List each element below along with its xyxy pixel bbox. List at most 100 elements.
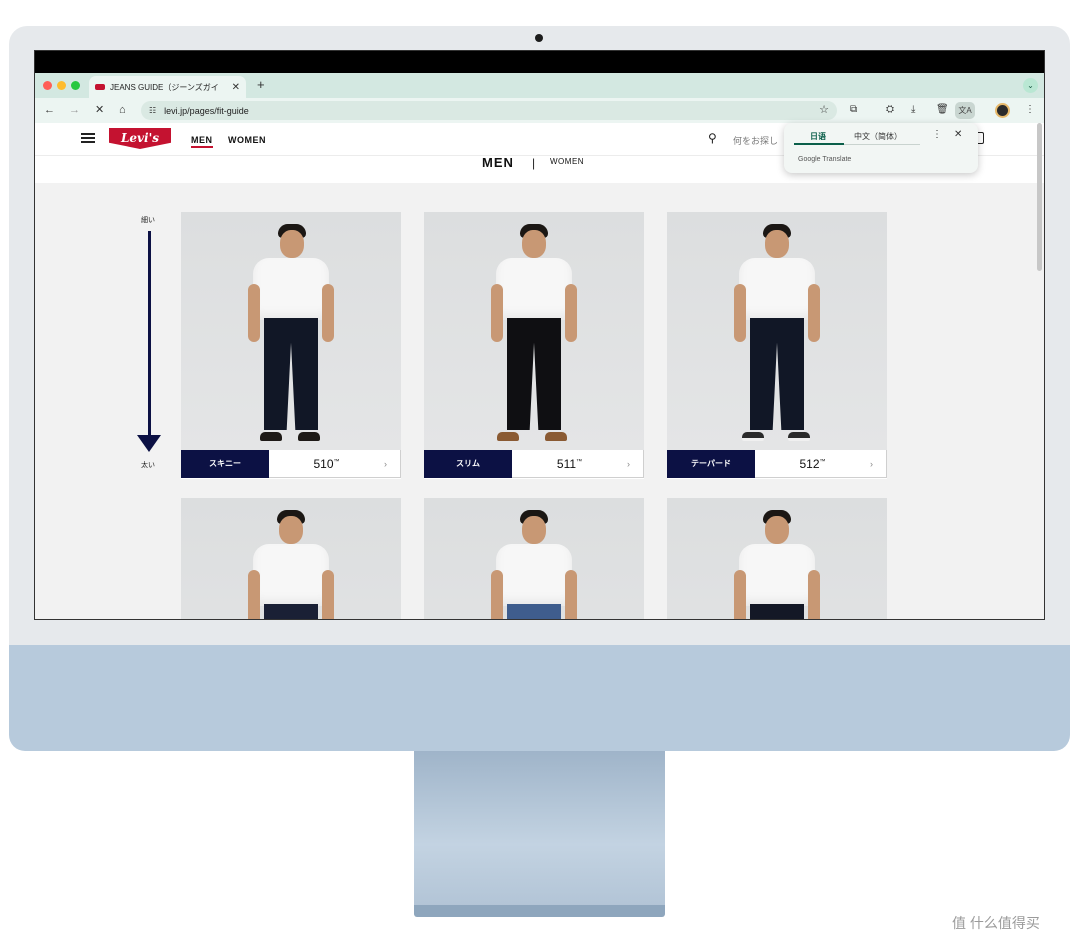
model-left-arm: [248, 570, 260, 619]
fit-name: テーパード: [667, 449, 755, 478]
nav-men[interactable]: MEN: [191, 135, 213, 148]
browser-toolbar: ← → ✕ ⌂ ☷ levi.jp/pages/fit-guide ☆ ⧉ ⛭ …: [35, 98, 1044, 123]
product-card-row2-1[interactable]: [181, 498, 401, 619]
model-figure: [246, 510, 336, 619]
subnav-women[interactable]: WOMEN: [550, 157, 584, 166]
profile-avatar[interactable]: [995, 103, 1010, 118]
model-left-shoe: [260, 432, 282, 441]
camera: [535, 34, 543, 42]
bookmark-star-icon[interactable]: ☆: [819, 103, 829, 116]
translate-icon[interactable]: 文A: [955, 102, 975, 119]
product-card-row2-2[interactable]: [424, 498, 644, 619]
model-jeans: [750, 318, 804, 430]
page-scrollbar[interactable]: [1037, 123, 1042, 619]
fit-name: スリム: [424, 449, 512, 478]
address-bar[interactable]: ☷ levi.jp/pages/fit-guide ☆: [141, 101, 837, 120]
browser-menu-icon[interactable]: ⋮: [1025, 103, 1035, 117]
card-label[interactable]: スキニー 510™ ›: [181, 449, 401, 478]
incognito-icon[interactable]: ⛭: [886, 103, 894, 117]
tab-close-icon[interactable]: ✕: [232, 82, 240, 93]
model-left-arm: [734, 570, 746, 619]
chevron-right-icon[interactable]: ›: [870, 459, 886, 469]
fit-number-text: 510: [313, 456, 334, 471]
model-tshirt: [253, 544, 329, 606]
download-icon[interactable]: ⤓: [911, 103, 915, 117]
close-window-button[interactable]: [43, 81, 52, 90]
fit-number: 511™: [512, 457, 627, 471]
model-jeans: [507, 604, 561, 619]
hamburger-menu-icon[interactable]: [81, 133, 95, 143]
model-head: [522, 516, 546, 544]
back-arrow-icon[interactable]: ←: [44, 103, 55, 117]
new-tab-button[interactable]: +: [257, 77, 265, 92]
product-card-511[interactable]: スリム 511™ ›: [424, 212, 644, 479]
imac-chin: [9, 645, 1070, 751]
fit-number: 510™: [269, 457, 384, 471]
model-left-arm: [491, 570, 503, 619]
model-tshirt: [739, 544, 815, 606]
product-card-512[interactable]: テーパード 512™ ›: [667, 212, 887, 479]
browser-window: JEANS GUIDE（ジーンズガイ ✕ + ⌄ ← → ✕ ⌂ ☷ levi.…: [35, 73, 1044, 619]
screen: JEANS GUIDE（ジーンズガイ ✕ + ⌄ ← → ✕ ⌂ ☷ levi.…: [34, 50, 1045, 620]
chevron-right-icon[interactable]: ›: [384, 459, 400, 469]
model-jeans: [264, 604, 318, 619]
model-tshirt: [253, 258, 329, 320]
search-icon[interactable]: ⚲: [708, 131, 717, 145]
nav-women[interactable]: WOMEN: [228, 135, 266, 145]
model-left-arm: [491, 284, 503, 342]
model-right-arm: [808, 570, 820, 619]
scale-label-thin: 細い: [141, 217, 155, 224]
home-icon[interactable]: ⌂: [119, 103, 126, 117]
model-right-shoe: [545, 432, 567, 441]
model-right-arm: [808, 284, 820, 342]
fit-name: スキニー: [181, 449, 269, 478]
url-text: levi.jp/pages/fit-guide: [164, 105, 249, 116]
model-left-shoe: [497, 432, 519, 441]
tab-search-chevron-icon[interactable]: ⌄: [1023, 78, 1038, 93]
trademark: ™: [819, 458, 826, 465]
model-head: [522, 230, 546, 258]
model-jeans: [264, 318, 318, 430]
imac-foot: [414, 905, 665, 917]
minimize-window-button[interactable]: [57, 81, 66, 90]
model-photo: [424, 498, 644, 619]
scrollbar-thumb[interactable]: [1037, 123, 1042, 271]
tab-jeans-guide[interactable]: JEANS GUIDE（ジーンズガイ ✕: [89, 76, 246, 98]
model-head: [765, 516, 789, 544]
card-label[interactable]: テーパード 512™ ›: [667, 449, 887, 478]
fit-number: 512™: [755, 457, 870, 471]
more-options-icon[interactable]: ⋮: [932, 129, 942, 140]
scale-label-thick: 太い: [141, 462, 155, 469]
subnav-men[interactable]: MEN: [482, 155, 514, 170]
forward-arrow-icon[interactable]: →: [69, 103, 80, 117]
tab-title: JEANS GUIDE（ジーンズガイ: [110, 82, 219, 92]
card-label[interactable]: スリム 511™ ›: [424, 449, 644, 478]
model-left-arm: [248, 284, 260, 342]
translate-tab-target[interactable]: 中文（简体）: [854, 131, 902, 142]
model-jeans: [507, 318, 561, 430]
levis-logo[interactable]: Levi's: [109, 128, 171, 149]
chevron-right-icon[interactable]: ›: [627, 459, 643, 469]
model-head: [279, 516, 303, 544]
fit-number-text: 511: [556, 456, 577, 471]
model-figure: [246, 224, 336, 448]
model-photo: [424, 212, 644, 450]
fit-number-text: 512: [799, 456, 820, 471]
trash-icon[interactable]: 🗑: [936, 103, 949, 117]
search-input[interactable]: 何をお探し: [733, 134, 778, 147]
model-figure: [732, 224, 822, 448]
translate-tab-source[interactable]: 日语: [810, 131, 826, 142]
extensions-icon[interactable]: ⧉: [850, 103, 857, 117]
close-icon[interactable]: ✕: [954, 129, 962, 140]
subnav-separator: |: [532, 156, 536, 170]
stop-loading-icon[interactable]: ✕: [95, 103, 104, 117]
site-settings-icon[interactable]: ☷: [149, 106, 156, 115]
model-figure: [489, 510, 579, 619]
product-card-row2-3[interactable]: [667, 498, 887, 619]
product-card-510[interactable]: スキニー 510™ ›: [181, 212, 401, 479]
trademark: ™: [333, 458, 340, 465]
model-right-shoe: [298, 432, 320, 441]
fullscreen-window-button[interactable]: [71, 81, 80, 90]
page-content: Levi's MEN WOMEN ⚲ 何をお探し MEN | WOMEN 細い …: [35, 123, 1044, 619]
tab-divider: [844, 144, 920, 145]
